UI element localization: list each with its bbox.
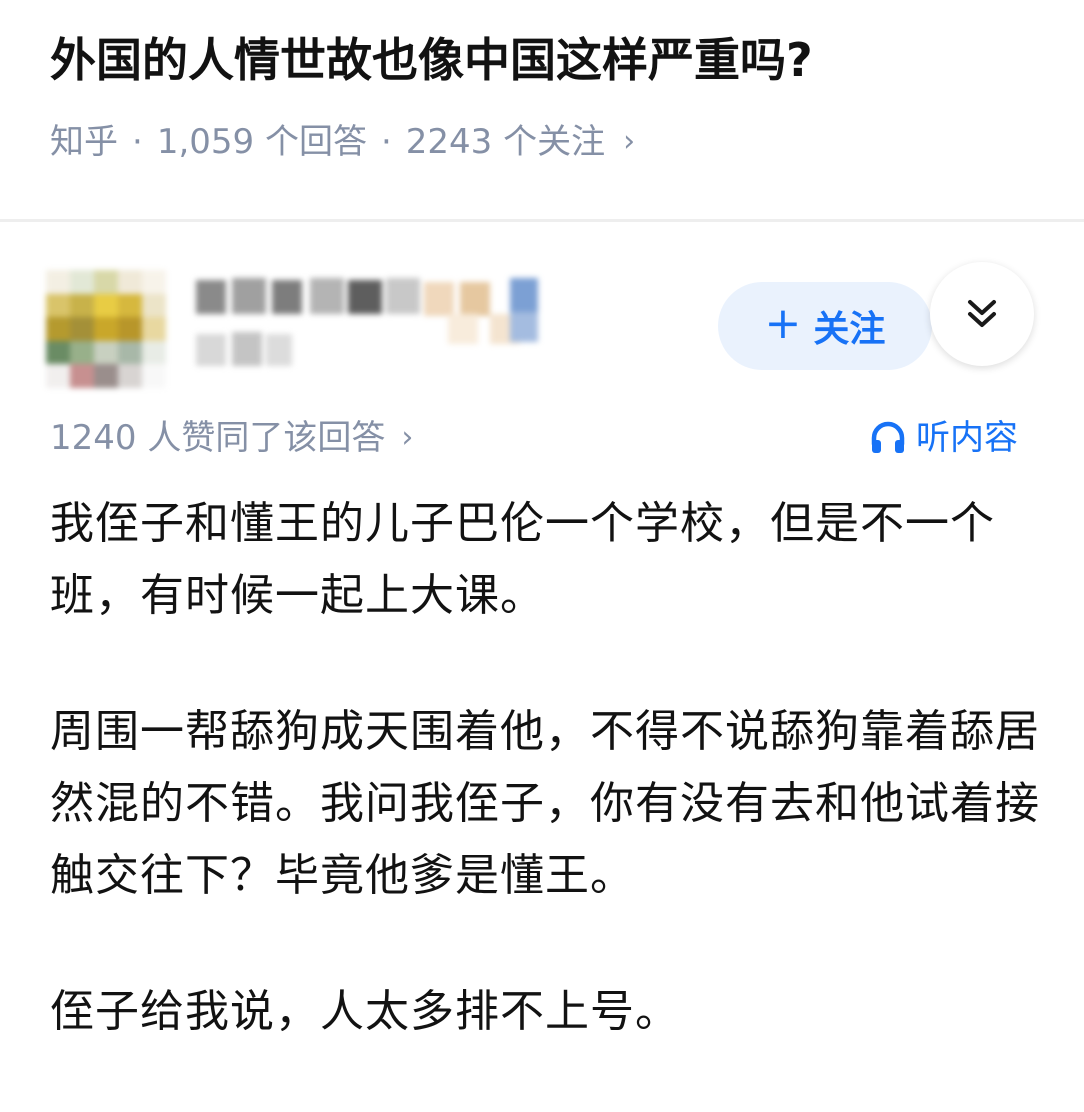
chevron-right-icon: › bbox=[623, 124, 636, 159]
answer-body: 我侄子和懂王的儿子巴伦一个学校，但是不一个班，有时候一起上大课。 周围一帮舔狗成… bbox=[50, 488, 1040, 1112]
question-title[interactable]: 外国的人情世故也像中国这样严重吗? bbox=[50, 28, 1050, 92]
double-chevron-down-icon bbox=[968, 300, 996, 327]
avatar[interactable] bbox=[46, 270, 166, 388]
source-label: 知乎 bbox=[50, 122, 118, 162]
meta-separator: · bbox=[380, 122, 392, 162]
answer-count: 1,059 个回答 bbox=[156, 122, 367, 162]
chevron-right-icon: › bbox=[401, 420, 414, 455]
follow-label: 关注 bbox=[813, 309, 886, 350]
question-meta[interactable]: 知乎 · 1,059 个回答 · 2243 个关注 › bbox=[50, 118, 635, 166]
follower-count: 2243 个关注 bbox=[405, 122, 606, 162]
answer-paragraph: 侄子给我说，人太多排不上号。 bbox=[50, 986, 680, 1037]
headphones-icon bbox=[871, 421, 905, 453]
author-name[interactable] bbox=[180, 270, 540, 380]
section-divider bbox=[0, 219, 1084, 222]
plus-icon: + bbox=[764, 298, 802, 349]
listen-label: 听内容 bbox=[916, 418, 1018, 458]
upvote-count-link[interactable]: 1240 人赞同了该回答 › bbox=[50, 412, 413, 464]
listen-button[interactable]: 听内容 bbox=[868, 412, 1018, 464]
answer-paragraph: 我侄子和懂王的儿子巴伦一个学校，但是不一个班，有时候一起上大课。 bbox=[50, 498, 995, 621]
answer-paragraph: 周围一帮舔狗成天围着他，不得不说舔狗靠着舔居然混的不错。我问我侄子，你有没有去和… bbox=[50, 706, 1040, 901]
follow-button[interactable]: + 关注 bbox=[718, 282, 932, 370]
meta-separator: · bbox=[132, 122, 143, 162]
collapse-button[interactable] bbox=[930, 262, 1034, 366]
upvote-text: 1240 人赞同了该回答 bbox=[50, 418, 386, 458]
